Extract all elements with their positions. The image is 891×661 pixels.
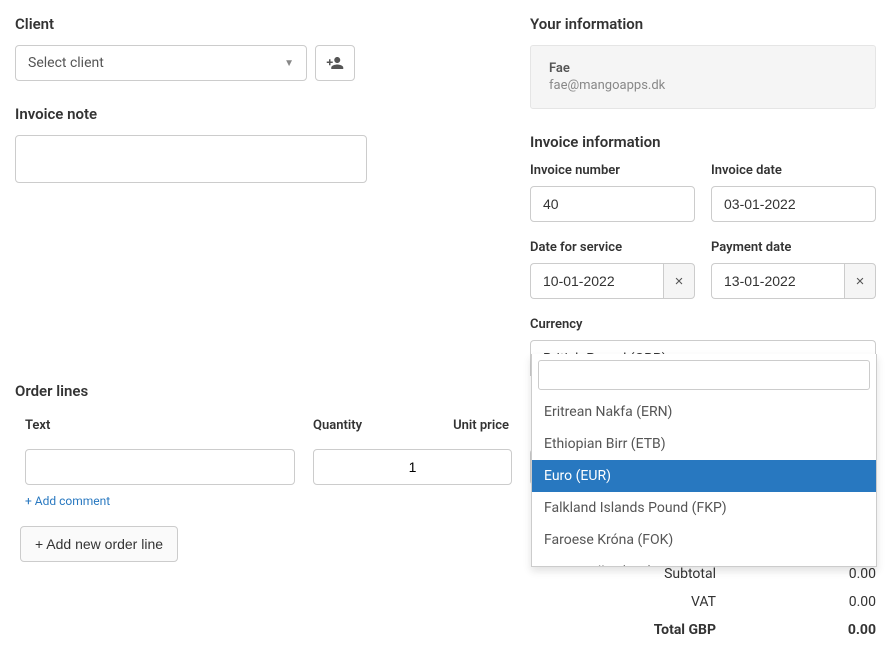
clear-payment-date-button[interactable]: × <box>844 263 876 299</box>
currency-option[interactable]: Eritrean Nakfa (ERN) <box>532 396 876 428</box>
your-info-name: Fae <box>549 61 857 76</box>
invoice-number-input[interactable] <box>530 186 695 222</box>
payment-date-label: Payment date <box>711 240 876 255</box>
select-client-dropdown[interactable]: Select client ▼ <box>15 45 307 81</box>
invoice-info-label: Invoice information <box>530 133 876 151</box>
invoice-number-label: Invoice number <box>530 163 695 178</box>
currency-search-input[interactable] <box>538 360 870 390</box>
service-date-label: Date for service <box>530 240 695 255</box>
chevron-down-icon: ▼ <box>284 58 294 69</box>
subtotal-value: 0.00 <box>826 566 876 582</box>
add-comment-link[interactable]: + Add comment <box>25 494 110 508</box>
client-section-label: Client <box>15 15 515 33</box>
service-date-input[interactable] <box>530 263 663 299</box>
your-info-label: Your information <box>530 15 876 33</box>
invoice-date-input[interactable] <box>711 186 876 222</box>
payment-date-input[interactable] <box>711 263 844 299</box>
total-value: 0.00 <box>826 622 876 638</box>
order-text-input[interactable] <box>25 449 295 485</box>
add-order-line-button[interactable]: + Add new order line <box>20 526 178 562</box>
currency-option[interactable]: Fijian Dollar (FJD) <box>532 556 876 566</box>
close-icon: × <box>856 273 865 290</box>
col-price-header: Unit price <box>381 418 509 433</box>
close-icon: × <box>675 273 684 290</box>
currency-option[interactable]: Faroese Króna (FOK) <box>532 524 876 556</box>
person-add-icon <box>326 54 344 72</box>
select-client-placeholder: Select client <box>28 55 104 71</box>
order-qty-input[interactable] <box>313 449 512 485</box>
currency-option[interactable]: Ethiopian Birr (ETB) <box>532 428 876 460</box>
add-client-button[interactable] <box>315 45 355 81</box>
your-info-box: Fae fae@mangoapps.dk <box>530 45 876 109</box>
invoice-note-label: Invoice note <box>15 105 515 123</box>
order-line-row <box>25 449 515 485</box>
order-lines-label: Order lines <box>15 382 515 400</box>
currency-option[interactable]: Falkland Islands Pound (FKP) <box>532 492 876 524</box>
currency-dropdown: Eritrean Nakfa (ERN)Ethiopian Birr (ETB)… <box>531 354 877 567</box>
invoice-note-textarea[interactable] <box>15 135 367 183</box>
col-qty-header: Quantity <box>313 418 381 433</box>
clear-service-date-button[interactable]: × <box>663 263 695 299</box>
your-info-email: fae@mangoapps.dk <box>549 78 857 93</box>
totals-section: Subtotal 0.00 VAT 0.00 Total GBP 0.00 <box>546 560 876 644</box>
currency-label: Currency <box>530 317 876 332</box>
total-label: Total GBP <box>546 622 826 638</box>
vat-value: 0.00 <box>826 594 876 610</box>
currency-option[interactable]: Euro (EUR) <box>532 460 876 492</box>
col-text-header: Text <box>25 418 313 433</box>
subtotal-label: Subtotal <box>546 566 826 582</box>
currency-list: Eritrean Nakfa (ERN)Ethiopian Birr (ETB)… <box>532 396 876 566</box>
vat-label: VAT <box>546 594 826 610</box>
invoice-date-label: Invoice date <box>711 163 876 178</box>
